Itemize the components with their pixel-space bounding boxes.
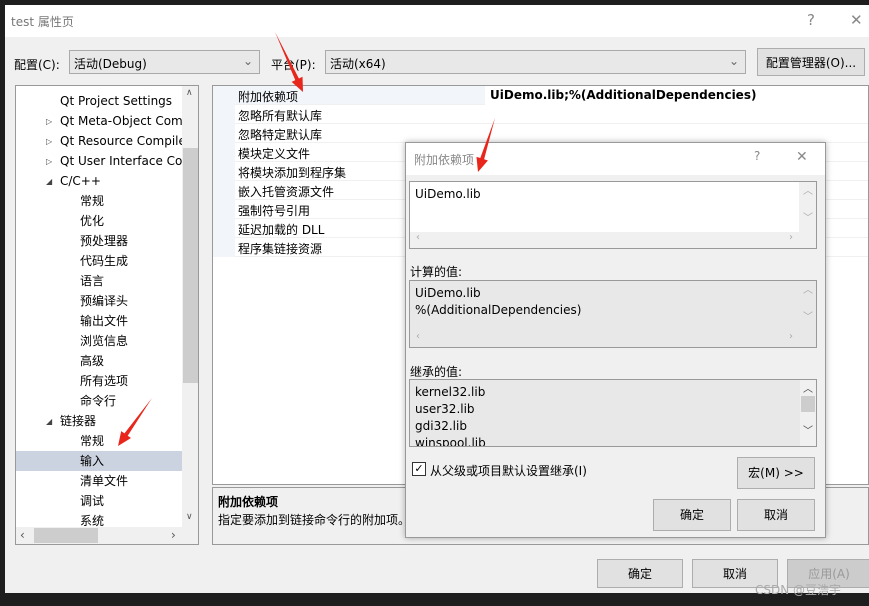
red-arrow-icon bbox=[118, 398, 152, 446]
annotation-arrows bbox=[118, 32, 495, 446]
red-arrow-icon bbox=[275, 32, 303, 92]
red-arrow-icon bbox=[476, 118, 495, 172]
